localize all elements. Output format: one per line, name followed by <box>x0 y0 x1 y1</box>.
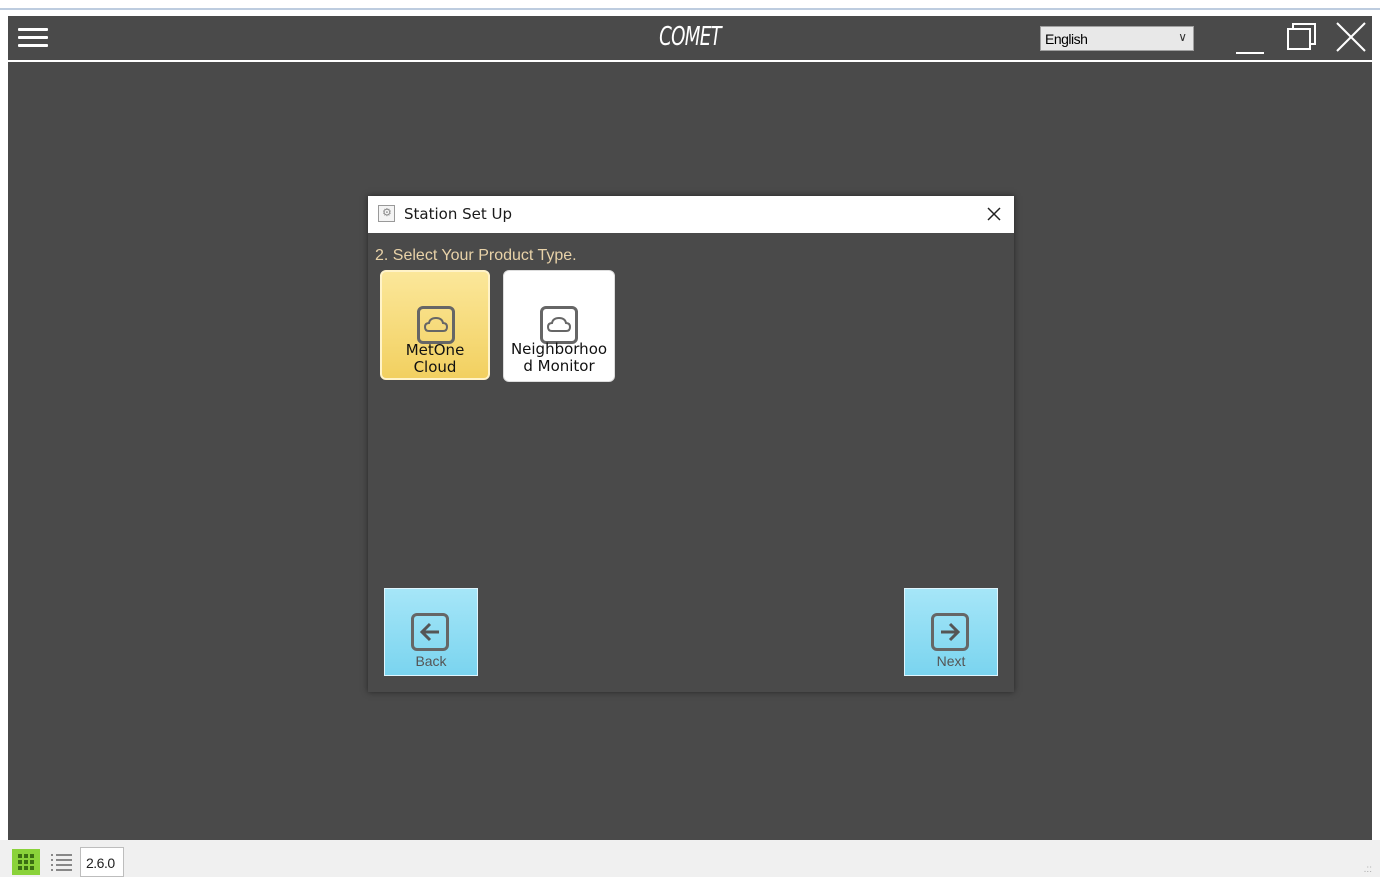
back-button[interactable]: Back <box>384 588 478 676</box>
language-select[interactable]: English ∨ <box>1040 26 1194 51</box>
maximize-icon <box>1287 23 1316 50</box>
product-label-line2: Cloud <box>413 358 457 376</box>
dialog-close-button[interactable] <box>984 202 1004 226</box>
product-label-line2: d Monitor <box>523 357 595 375</box>
title-bar: COMET English ∨ <box>8 16 1372 60</box>
product-tile-neighborhood-monitor[interactable]: Neighborhoo d Monitor <box>503 270 615 382</box>
gear-icon: ⚙ <box>378 205 395 222</box>
product-label-line1: MetOne <box>405 341 465 359</box>
window-close-button[interactable] <box>1334 20 1368 54</box>
list-icon <box>51 854 72 871</box>
close-icon <box>1336 22 1366 52</box>
list-view-icon[interactable] <box>48 850 74 874</box>
version-label: 2.6.0 <box>80 847 124 877</box>
cloud-icon <box>417 306 455 344</box>
resize-grip-icon[interactable]: .:: <box>1364 864 1372 875</box>
station-setup-dialog: ⚙ Station Set Up 2. Select Your Product … <box>368 196 1014 692</box>
close-icon <box>987 207 1001 221</box>
window-top-edge <box>0 0 1380 8</box>
app-title: COMET <box>659 22 722 52</box>
step-instruction: 2. Select Your Product Type. <box>375 247 577 264</box>
product-label-line1: Neighborhoo <box>510 340 608 358</box>
next-label: Next <box>936 653 966 669</box>
dialog-title: Station Set Up <box>404 205 512 223</box>
maximize-button[interactable] <box>1284 22 1318 54</box>
minimize-button[interactable] <box>1236 20 1266 54</box>
window-top-accent <box>0 8 1380 10</box>
product-tile-metone-cloud[interactable]: MetOne Cloud <box>380 270 490 380</box>
arrow-right-icon <box>931 613 969 651</box>
window-left-edge <box>0 62 8 840</box>
language-value: English <box>1045 31 1088 47</box>
back-label: Back <box>415 653 447 669</box>
chevron-down-icon: ∨ <box>1178 30 1187 44</box>
grid-icon <box>18 854 34 870</box>
status-bar: 2.6.0 .:: <box>0 840 1380 877</box>
arrow-left-icon <box>411 613 449 651</box>
next-button[interactable]: Next <box>904 588 998 676</box>
hamburger-menu-icon[interactable] <box>18 26 48 50</box>
dialog-header: ⚙ Station Set Up <box>368 196 1014 233</box>
app-window: COMET English ∨ ⚙ Station Set Up 2. Sele… <box>0 0 1380 877</box>
grid-view-icon[interactable] <box>12 849 40 875</box>
cloud-icon <box>540 306 578 344</box>
